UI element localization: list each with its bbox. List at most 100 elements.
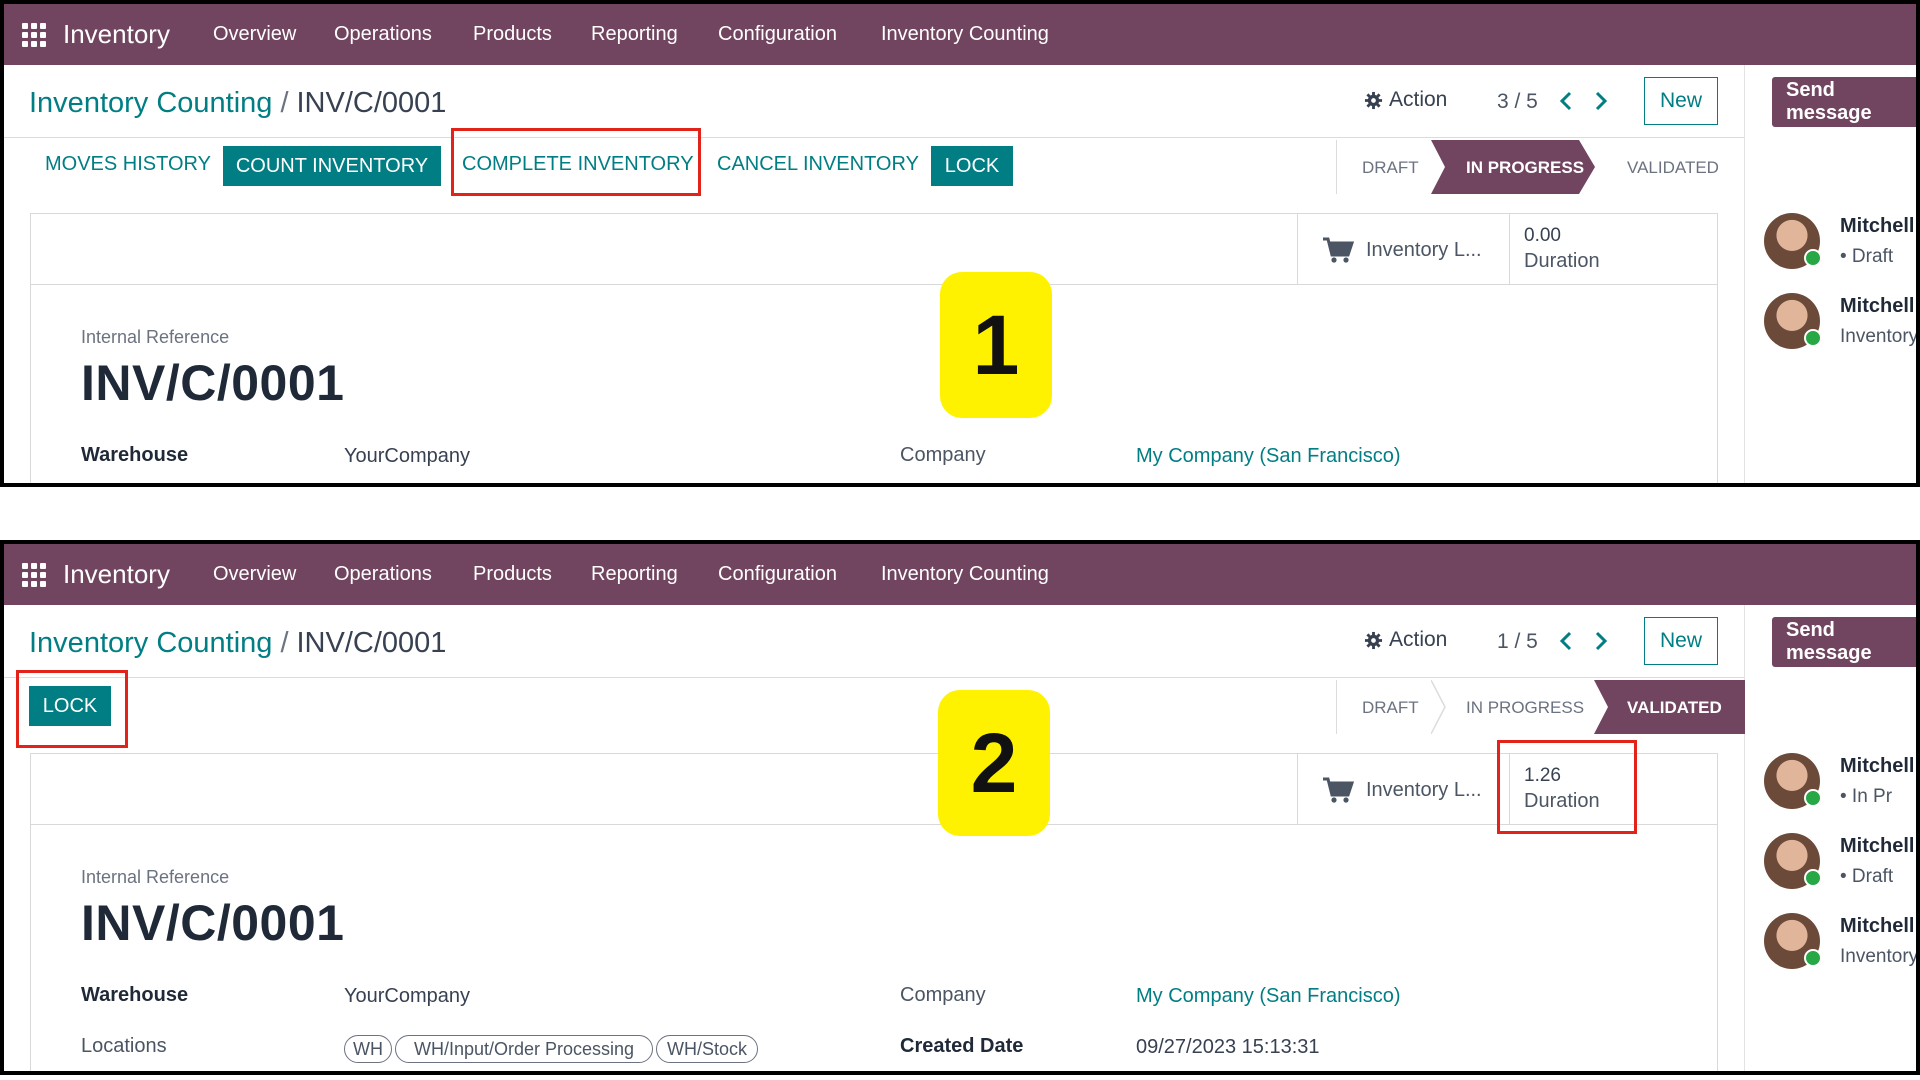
locations-label: Locations [81,1035,167,1057]
stage-draft[interactable]: DRAFT [1362,698,1419,718]
location-tag[interactable]: WH/Input/Order Processing [395,1035,653,1063]
online-status-dot [1804,789,1822,807]
nav-products[interactable]: Products [473,563,552,586]
gear-icon [1364,631,1383,649]
location-tag[interactable]: WH/Stock [656,1035,758,1063]
warehouse-label: Warehouse [81,444,189,466]
inventory-smart-label: Inventory L... [1366,779,1482,801]
screenshot-panel-2: Inventory Overview Operations Products R… [0,540,1920,1075]
nav-products[interactable]: Products [473,23,552,46]
new-button[interactable]: New [1644,77,1718,125]
form-sheet: Inventory L... 1.26 Duration Internal Re… [30,740,1718,1071]
chevron-left-icon[interactable] [1559,630,1573,652]
breadcrumb-current: INV/C/0001 [296,627,447,659]
chevron-right-icon[interactable] [1594,630,1608,652]
breadcrumb-separator: / [280,87,289,119]
lock-button[interactable]: LOCK [931,146,1013,186]
cart-icon [1323,777,1354,803]
warehouse-value[interactable]: YourCompany [344,985,470,1008]
warehouse-value[interactable]: YourCompany [344,445,470,468]
chevron-right-icon[interactable] [1594,90,1608,112]
message-author[interactable]: Mitchell [1840,755,1914,778]
breadcrumb-parent[interactable]: Inventory Counting [29,87,272,119]
chevron-left-icon[interactable] [1559,90,1573,112]
message-body: • Draft [1840,246,1894,267]
avatar [1764,913,1822,969]
duration-label: Duration [1524,250,1600,272]
inventory-smart-button[interactable]: Inventory L... [1297,754,1510,824]
stage-validated[interactable]: VALIDATED [1627,698,1722,718]
nav-configuration[interactable]: Configuration [718,563,837,586]
message-body: Inventory [1840,326,1919,347]
message-author[interactable]: Mitchell [1840,835,1914,858]
nav-inventory-counting[interactable]: Inventory Counting [881,23,1049,46]
action-label: Action [1389,628,1448,651]
online-status-dot [1804,869,1822,887]
inventory-smart-button[interactable]: Inventory L... [1297,214,1510,284]
chatter-message: Mitchell Inventory [1764,293,1919,363]
nav-configuration[interactable]: Configuration [718,23,837,46]
apps-grid-icon[interactable] [22,563,46,587]
pager-value[interactable]: 3 / 5 [1497,90,1538,114]
nav-operations[interactable]: Operations [334,23,432,46]
created-date-label: Created Date [900,1035,1024,1057]
online-status-dot [1804,949,1822,967]
nav-reporting[interactable]: Reporting [591,563,678,586]
locations-tags: WH WH/Input/Order Processing WH/Stock [344,1035,844,1065]
smart-buttons-bar: Inventory L... 0.00 Duration [31,214,1717,285]
top-navbar: Inventory Overview Operations Products R… [4,544,1916,605]
message-body: Inventory [1840,946,1919,967]
nav-overview[interactable]: Overview [213,23,296,46]
stage-in-progress[interactable]: IN PROGRESS [1466,698,1584,718]
online-status-dot [1804,249,1822,267]
status-bar: DRAFT IN PROGRESS VALIDATED [1336,140,1745,194]
nav-overview[interactable]: Overview [213,563,296,586]
app-title[interactable]: Inventory [63,559,170,590]
highlight-box [451,128,701,196]
message-author[interactable]: Mitchell [1840,215,1914,238]
stage-validated[interactable]: VALIDATED [1627,158,1719,178]
avatar [1764,753,1822,809]
internal-reference-value[interactable]: INV/C/0001 [81,354,344,412]
breadcrumb: Inventory Counting / INV/C/0001 [29,627,446,660]
stage-in-progress[interactable]: IN PROGRESS [1466,158,1584,178]
app-title[interactable]: Inventory [63,19,170,50]
nav-inventory-counting[interactable]: Inventory Counting [881,563,1049,586]
internal-reference-label: Internal Reference [81,327,230,347]
nav-reporting[interactable]: Reporting [591,23,678,46]
pager-value[interactable]: 1 / 5 [1497,630,1538,654]
duration-smart-button[interactable]: 0.00 Duration [1509,214,1720,284]
avatar [1764,213,1822,269]
highlight-box [16,670,128,748]
breadcrumb-separator: / [280,627,289,659]
stage-draft[interactable]: DRAFT [1362,158,1419,178]
status-bar: DRAFT IN PROGRESS VALIDATED [1336,680,1745,734]
highlight-box [1497,740,1637,834]
message-body: • Draft [1840,866,1894,887]
moves-history-button[interactable]: MOVES HISTORY [45,153,211,176]
step-badge-1: 1 [940,272,1052,418]
breadcrumb-current: INV/C/0001 [296,87,447,119]
breadcrumb-parent[interactable]: Inventory Counting [29,627,272,659]
send-message-button[interactable]: Send message [1772,77,1916,127]
nav-operations[interactable]: Operations [334,563,432,586]
company-value[interactable]: My Company (San Francisco) [1136,985,1401,1008]
divider [4,137,1744,138]
new-button[interactable]: New [1644,617,1718,665]
count-inventory-button[interactable]: COUNT INVENTORY [223,146,441,186]
action-label: Action [1389,88,1448,111]
send-message-button[interactable]: Send message [1772,617,1916,667]
internal-reference-value[interactable]: INV/C/0001 [81,894,344,952]
action-menu[interactable]: Action [1364,88,1447,112]
apps-grid-icon[interactable] [22,23,46,47]
message-author[interactable]: Mitchell [1840,295,1914,318]
cancel-inventory-button[interactable]: CANCEL INVENTORY [717,153,919,176]
form-sheet: Inventory L... 0.00 Duration Internal Re… [30,213,1718,483]
step-badge-2: 2 [938,690,1050,836]
action-menu[interactable]: Action [1364,628,1447,652]
company-label: Company [900,444,986,466]
location-tag[interactable]: WH [344,1035,392,1063]
company-value[interactable]: My Company (San Francisco) [1136,445,1401,468]
avatar [1764,293,1822,349]
message-author[interactable]: Mitchell [1840,915,1914,938]
